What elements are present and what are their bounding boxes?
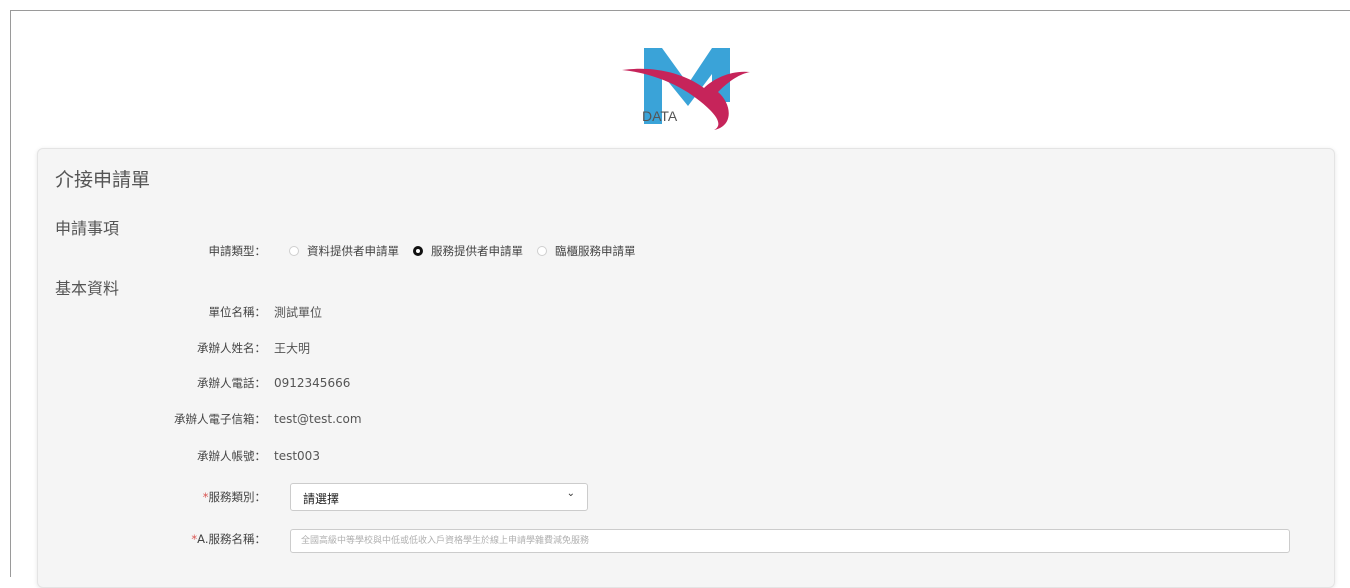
service-category-label: *服務類別： (203, 489, 266, 505)
field-value-unit-name: 測試單位 (274, 305, 323, 320)
radio-label: 服務提供者申請單 (431, 244, 523, 258)
radio-checked-icon[interactable] (413, 246, 423, 256)
application-type-row: 申請類型： 資料提供者申請單 服務提供者申請單 臨櫃服務申請單 (38, 239, 1334, 263)
logo-text: DATA (642, 108, 678, 124)
radio-service-provider[interactable]: 服務提供者申請單 (413, 243, 523, 259)
service-name-label: *A.服務名稱： (191, 531, 266, 547)
radio-label: 臨櫃服務申請單 (555, 244, 636, 258)
service-name-input[interactable] (290, 529, 1290, 553)
field-value-contact-email: test@test.com (274, 412, 362, 426)
radio-circle-icon[interactable] (537, 246, 547, 256)
field-row: 承辦人帳號： test003 (38, 444, 1334, 468)
service-category-select[interactable]: 請選擇 ⌄ (290, 483, 588, 511)
application-type-label: 申請類型： (208, 244, 267, 258)
application-type-radio-group: 資料提供者申請單 服務提供者申請單 臨櫃服務申請單 (289, 243, 650, 259)
label-text: 服務類別： (208, 490, 267, 504)
form-title: 介接申請單 (55, 169, 151, 191)
radio-data-provider[interactable]: 資料提供者申請單 (289, 243, 399, 259)
mdata-logo: DATA (622, 44, 752, 132)
radio-counter-service[interactable]: 臨櫃服務申請單 (537, 243, 636, 259)
field-row: 承辦人電子信箱： test@test.com (38, 407, 1334, 431)
field-label: 承辦人帳號： (197, 449, 266, 463)
chevron-down-icon: ⌄ (566, 488, 575, 499)
radio-label: 資料提供者申請單 (307, 244, 399, 258)
field-label: 承辦人電話： (197, 376, 266, 390)
field-value-contact-phone: 0912345666 (274, 376, 351, 390)
field-label: 承辦人電子信箱： (174, 412, 266, 426)
application-form-card: 介接申請單 申請事項 申請類型： 資料提供者申請單 服務提供者申請單 臨櫃服務申… (37, 148, 1335, 588)
field-row: 承辦人姓名： 王大明 (38, 336, 1334, 360)
label-text: A.服務名稱： (197, 532, 266, 546)
field-value-contact-name: 王大明 (274, 341, 311, 356)
section-title-application: 申請事項 (55, 219, 120, 238)
service-name-row: *A.服務名稱： (38, 529, 1334, 553)
radio-circle-icon[interactable] (289, 246, 299, 256)
field-label: 單位名稱： (208, 305, 267, 319)
field-row: 單位名稱： 測試單位 (38, 300, 1334, 324)
field-value-contact-account: test003 (274, 449, 320, 463)
field-row: 承辦人電話： 0912345666 (38, 371, 1334, 395)
service-category-row: *服務類別： 請選擇 ⌄ (38, 483, 1334, 511)
select-value: 請選擇 (303, 492, 340, 506)
section-title-basic: 基本資料 (55, 279, 120, 298)
field-label: 承辦人姓名： (197, 341, 266, 355)
